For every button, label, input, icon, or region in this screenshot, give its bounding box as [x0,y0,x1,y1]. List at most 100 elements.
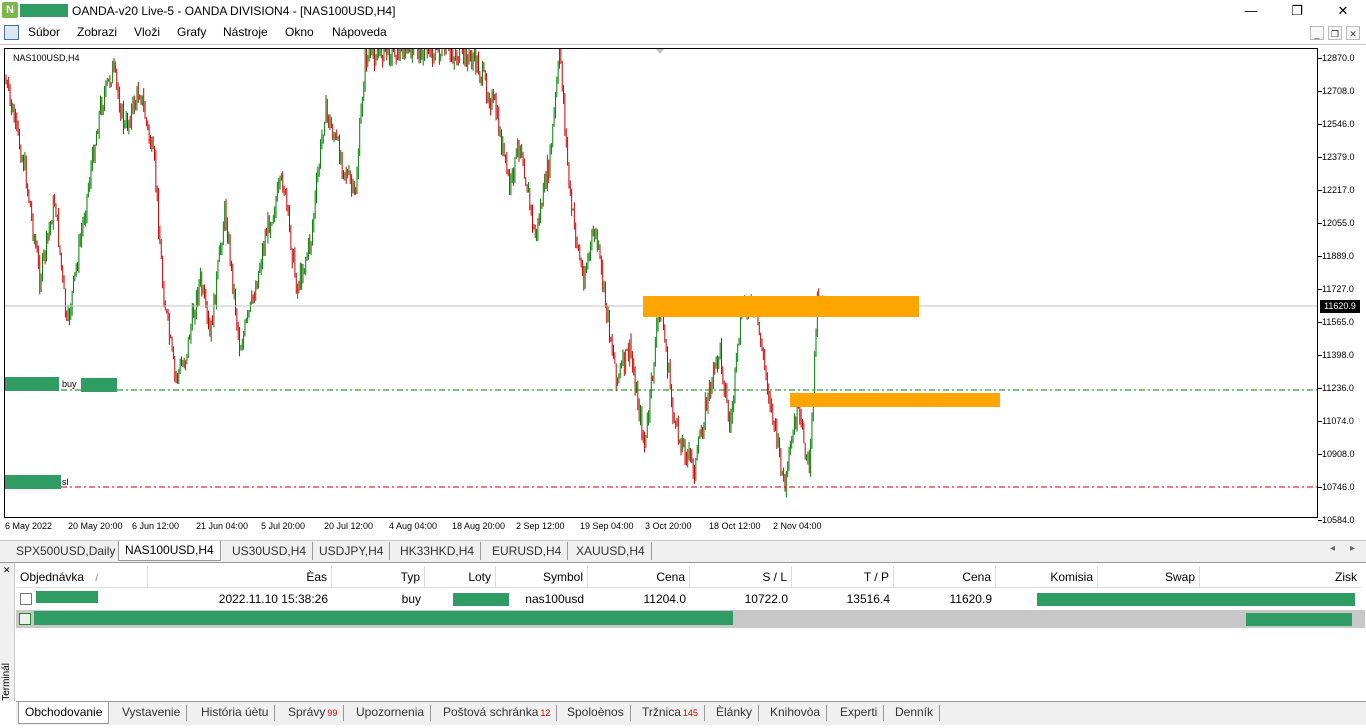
time-tick-label: 3 Oct 20:00 [645,521,692,531]
restore-icon[interactable]: ❐ [1274,0,1320,22]
menu-tools[interactable]: Nástroje [223,25,268,39]
redacted-buy-value [81,378,117,392]
tab-label: Upozornenia [356,705,425,719]
tab-spx500usd[interactable]: SPX500USD,Daily [10,542,123,560]
price-tick-label: 11236.0 [1322,383,1354,393]
order-time: 2022.11.10 15:38:26 [218,592,328,606]
tab-label: Tržnica [642,705,681,719]
tab-label: Spoloènos [567,705,624,719]
order-type: buy [401,592,421,606]
time-tick-label: 18 Aug 20:00 [452,521,506,531]
tab-nas100usd[interactable]: NAS100USD,H4 [118,541,221,561]
menu-window[interactable]: Okno [285,25,314,39]
price-chart[interactable]: NAS100USD,H4 buy sl [4,48,1318,518]
candlestick-series [5,49,1317,498]
redacted-account [20,4,68,17]
col-time[interactable]: Èas [148,566,332,588]
time-tick-label: 20 Jul 12:00 [324,521,374,531]
terminal-sidebar: ✕ Terminál [0,563,15,701]
sl-line-tag: sl [62,477,69,487]
col-lots[interactable]: Loty [425,566,496,588]
col-tp[interactable]: T / P [792,566,894,588]
col-current-price[interactable]: Cena [894,566,996,588]
tab-terminal-2[interactable]: História úètu [195,705,276,721]
col-sl[interactable]: S / L [690,566,792,588]
tab-terminal-10[interactable]: Experti [834,705,885,721]
tab-scroll-left-icon[interactable]: ◂ [1330,543,1335,554]
col-symbol[interactable]: Symbol [496,566,588,588]
menu-charts[interactable]: Grafy [177,25,206,39]
tab-badge: 145 [682,708,698,718]
menu-view[interactable]: Zobrazi [77,25,117,39]
app-logo-icon: N [2,2,18,18]
tab-hk33hkd[interactable]: HK33HKD,H4 [394,542,482,560]
tab-label: Správy [288,705,326,719]
time-tick-label: 21 Jun 04:00 [196,521,249,531]
tab-eurusd[interactable]: EURUSD,H4 [486,542,569,560]
tab-terminal-1[interactable]: Vystavenie [116,705,188,721]
terminal-close-icon[interactable]: ✕ [3,565,11,576]
document-icon[interactable] [4,25,19,40]
tab-label: História úètu [201,705,269,719]
price-tick-label: 12217.0 [1322,185,1355,195]
chart-window: NAS100USD,H4 buy sl 12870.0 12708.0 12546.… [0,44,1366,540]
order-symbol: nas100usd [525,592,584,606]
title-bar: N OANDA-v20 Live-5 - OANDA DIVISION4 - [… [0,0,1366,22]
tab-usdjpy[interactable]: USDJPY,H4 [313,542,391,560]
time-tick-label: 5 Jul 20:00 [261,521,306,531]
terminal-side-label: Terminál [1,663,12,701]
tab-label: Vystavenie [122,705,181,719]
menu-insert[interactable]: Vloži [134,25,160,39]
menu-file[interactable]: Súbor [28,25,60,39]
col-profit[interactable]: Zisk [1200,566,1361,588]
redacted-balance-text [34,611,733,625]
tab-terminal-11[interactable]: Denník [889,705,941,721]
tab-label: Poštová schránka [443,705,539,719]
price-tick-label: 11398.0 [1322,350,1354,360]
time-tick-label: 4 Aug 04:00 [389,521,438,531]
price-tick-label: 12708.0 [1322,86,1355,96]
col-type[interactable]: Typ [332,566,425,588]
col-swap[interactable]: Swap [1098,566,1200,588]
redacted-order-id [36,591,98,603]
table-row[interactable]: 2022.11.10 15:38:26 buy nas100usd 11204.… [16,589,1361,609]
time-tick-label: 18 Oct 12:00 [709,521,761,531]
time-tick-label: 6 May 2022 [5,521,53,531]
price-tick-label: 12870.0 [1322,53,1355,63]
tab-scroll-right-icon[interactable]: ▸ [1350,543,1355,554]
tab-label: Obchodovanie [25,705,103,719]
terminal-tabs: Obchodovanie Vystavenie História úètu Správ… [16,701,1366,725]
balance-icon [19,613,31,625]
minimize-icon[interactable]: — [1228,0,1274,22]
order-price: 11204.0 [643,592,687,606]
orders-table-header: Objednávka / Èas Typ Loty Symbol Cena S … [16,566,1361,588]
tab-us30usd[interactable]: US30USD,H4 [226,542,314,560]
mdi-minimize-icon[interactable]: _ [1310,26,1324,40]
col-price[interactable]: Cena [588,566,690,588]
tab-terminal-5[interactable]: Poštová schránka 12 [437,705,558,721]
tab-terminal-8[interactable]: Èlánky [710,705,760,721]
tab-terminal-7[interactable]: Tržnica 145 [636,705,705,721]
price-tick-label: 10908.0 [1322,449,1355,459]
tab-terminal-6[interactable]: Spoloènos [561,705,631,721]
price-tick-label: 10746.0 [1322,482,1355,492]
mdi-close-icon[interactable]: ✕ [1346,26,1360,40]
order-buy-icon [20,593,32,605]
col-commission[interactable]: Komisia [996,566,1098,588]
menu-help[interactable]: Nápoveda [332,25,387,39]
price-tick-label: 11565.0 [1322,317,1354,327]
col-order[interactable]: Objednávka / [16,566,148,588]
tab-terminal-3[interactable]: Správy 99 [282,705,345,721]
close-icon[interactable]: ✕ [1320,0,1366,22]
tab-xauusd[interactable]: XAUUSD,H4 [570,542,652,560]
order-current-price: 11620.9 [949,592,993,606]
tab-terminal-4[interactable]: Upozornenia [350,705,432,721]
redacted-commission-profit [1037,593,1355,606]
balance-summary-row [16,610,1365,628]
current-price-label: 11620.9 [1320,300,1360,313]
window-title: OANDA-v20 Live-5 - OANDA DIVISION4 - [NA… [72,4,396,18]
order-tp: 13516.4 [846,592,890,606]
tab-terminal-0[interactable]: Obchodovanie [18,702,110,724]
tab-terminal-9[interactable]: Knihovòa [764,705,828,721]
mdi-restore-icon[interactable]: ❐ [1328,26,1342,40]
